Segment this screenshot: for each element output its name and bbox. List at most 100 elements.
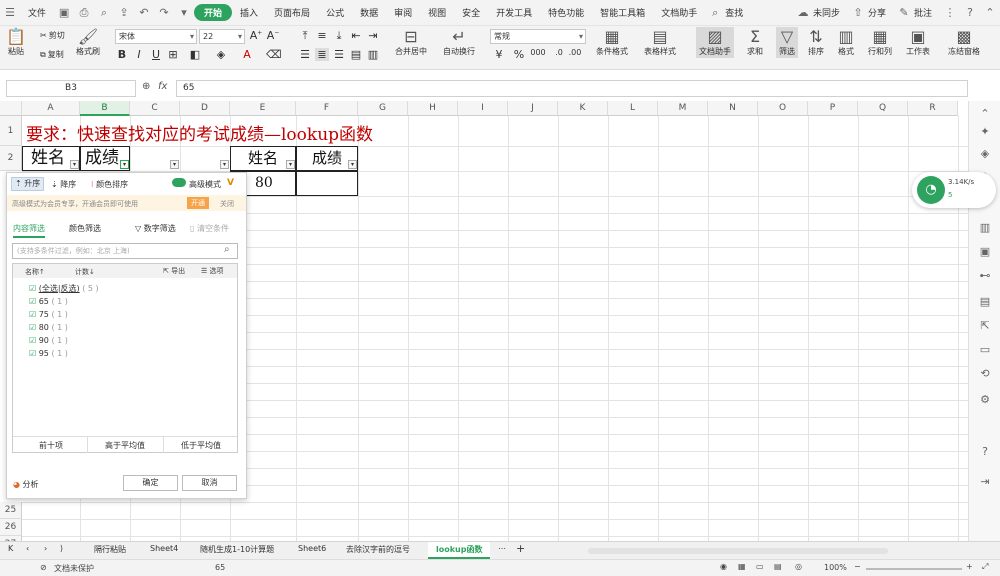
column-header[interactable]: B [80, 101, 130, 116]
select-all-corner[interactable] [0, 101, 22, 116]
tab-developer[interactable]: 开发工具 [488, 6, 540, 19]
align-bottom-icon[interactable]: ⤓ [332, 29, 346, 43]
row-header[interactable]: 2 [0, 146, 22, 171]
eye-icon[interactable]: ◉ [720, 562, 727, 571]
properties-icon[interactable]: ⚙ [978, 393, 992, 406]
zoom-in-icon[interactable]: + [966, 562, 973, 571]
help-icon[interactable]: ? [978, 445, 992, 458]
tab-formula[interactable]: 公式 [318, 6, 352, 19]
filter-dropdown-d[interactable]: ▾ [220, 160, 229, 169]
menu-icon[interactable]: ☰ [3, 6, 17, 20]
currency-icon[interactable]: ¥ [492, 48, 506, 61]
tab-content-filter[interactable]: 内容筛选 [13, 223, 45, 238]
list-item[interactable]: ☑ 95 ( 1 ) [29, 347, 99, 360]
open-vip-button[interactable]: 开通 [187, 197, 209, 209]
copy-button[interactable]: ⧉ 复制 [40, 49, 64, 60]
normal-view-icon[interactable]: ▦ [738, 562, 746, 571]
sheet-tab[interactable]: 随机生成1-10计算题 [200, 544, 274, 555]
column-header[interactable]: F [296, 101, 358, 116]
prev-sheet-icon[interactable]: ‹ [26, 544, 29, 553]
justify-icon[interactable]: ▤ [349, 48, 363, 61]
indent-increase-icon[interactable]: ⇥ [366, 29, 380, 42]
doc-helper-button[interactable]: ▨ 文档助手 [696, 27, 734, 58]
expand-icon[interactable]: ⇥ [978, 475, 992, 488]
align-center-icon[interactable]: ≣ [315, 48, 329, 61]
list-item[interactable]: ☑ 75 ( 1 ) [29, 308, 99, 321]
sort-asc-button[interactable]: ⇡ 升序 [11, 177, 45, 191]
worksheet-button[interactable]: ▣ 工作表 [906, 28, 930, 57]
column-header[interactable]: N [708, 101, 758, 116]
document-icon[interactable]: ▤ [978, 295, 992, 308]
column-header[interactable]: I [458, 101, 508, 116]
sheet-tab[interactable]: 去除汉字前的逗号 [346, 544, 410, 555]
sheet-title[interactable]: 要求：快速查找对应的考试成绩—lookup函数 [26, 120, 373, 145]
chevron-up-icon[interactable]: ⌃ [978, 107, 992, 120]
cancel-button[interactable]: 取消 [182, 475, 237, 491]
italic-icon[interactable]: I [132, 48, 146, 61]
font-color-icon[interactable]: A [240, 48, 254, 61]
tab-color-filter[interactable]: 颜色筛选 [69, 223, 101, 234]
increase-decimal-icon[interactable]: .0 [552, 48, 566, 57]
column-header[interactable]: J [508, 101, 558, 116]
zoom-search-icon[interactable]: ⊕ [142, 81, 150, 92]
tab-security[interactable]: 安全 [454, 6, 488, 19]
collapse-icon[interactable]: ⌃ [983, 6, 997, 20]
menu-file[interactable]: 文件 [20, 6, 54, 19]
zoom-level[interactable]: 100% [824, 563, 847, 572]
row-col-button[interactable]: ▦ 行和列 [868, 28, 892, 57]
redo-icon[interactable]: ↷ [157, 6, 171, 20]
percent-icon[interactable]: % [512, 48, 526, 61]
formula-input[interactable]: 65 [176, 80, 968, 97]
tab-page-layout[interactable]: 页面布局 [266, 6, 318, 19]
column-header[interactable]: G [358, 101, 408, 116]
font-size-select[interactable]: 22 [199, 29, 245, 44]
sort-button[interactable]: ⇅ 排序 [808, 28, 824, 57]
column-header[interactable]: E [230, 101, 296, 116]
doc-protection-status[interactable]: 文档未保护 [54, 563, 94, 574]
page-layout-icon[interactable]: ▭ [756, 562, 764, 571]
thousands-icon[interactable]: 000 [528, 48, 548, 57]
zoom-slider[interactable] [866, 568, 962, 570]
filter-dropdown-e[interactable]: ▾ [286, 160, 295, 169]
horizontal-scrollbar[interactable] [588, 548, 888, 554]
ppt-icon[interactable]: ▭ [978, 343, 992, 356]
indent-decrease-icon[interactable]: ⇤ [349, 29, 363, 42]
align-left-icon[interactable]: ☰ [298, 48, 312, 61]
fill-color-icon[interactable]: ◧ [188, 48, 202, 61]
picture-icon[interactable]: ▣ [978, 245, 992, 258]
list-item[interactable]: ☑ (全选|反选) ( 5 ) [29, 282, 99, 295]
column-header[interactable]: L [608, 101, 658, 116]
tab-data[interactable]: 数据 [352, 6, 386, 19]
tab-home[interactable]: 开始 [194, 4, 233, 21]
checkbox-checked-icon[interactable]: ☑ [29, 284, 36, 293]
wrap-text-button[interactable]: ↵ 自动换行 [443, 28, 475, 57]
align-middle-icon[interactable]: ≡ [315, 29, 329, 42]
column-header[interactable]: H [408, 101, 458, 116]
column-header[interactable]: M [658, 101, 708, 116]
tab-review[interactable]: 审阅 [386, 6, 420, 19]
column-header[interactable]: P [808, 101, 858, 116]
save-icon[interactable]: ▣ [57, 6, 71, 20]
name-box[interactable]: B3 [6, 80, 136, 97]
tab-insert[interactable]: 插入 [232, 6, 266, 19]
cut-button[interactable]: ✂ 剪切 [40, 30, 65, 41]
col-name-sort[interactable]: 名称↑ [25, 267, 45, 277]
sort-desc-button[interactable]: ⇣ 降序 [51, 179, 76, 190]
top10-button[interactable]: 前十项 [39, 440, 63, 451]
comment-button[interactable]: 批注 [914, 6, 940, 19]
ok-button[interactable]: 确定 [123, 475, 178, 491]
decrease-decimal-icon[interactable]: .00 [568, 48, 582, 57]
checkbox-checked-icon[interactable]: ☑ [29, 310, 36, 319]
backup-icon[interactable]: ⟲ [978, 367, 992, 380]
format-button[interactable]: ▥ 格式 [838, 28, 854, 57]
clear-condition-button[interactable]: ▯ 清空条件 [190, 223, 229, 234]
fullscreen-icon[interactable]: ⤢ [982, 562, 988, 572]
advanced-mode-toggle[interactable] [172, 178, 186, 187]
next-sheet-icon[interactable]: › [44, 544, 47, 553]
list-item[interactable]: ☑ 80 ( 1 ) [29, 321, 99, 334]
number-format-select[interactable]: 常规 [490, 29, 586, 44]
conditional-format-button[interactable]: ▦ 条件格式 [596, 28, 628, 57]
link-icon[interactable]: ⊷ [978, 269, 992, 282]
distribute-icon[interactable]: ▥ [366, 48, 380, 61]
export-icon[interactable]: ⇪ [117, 6, 131, 20]
